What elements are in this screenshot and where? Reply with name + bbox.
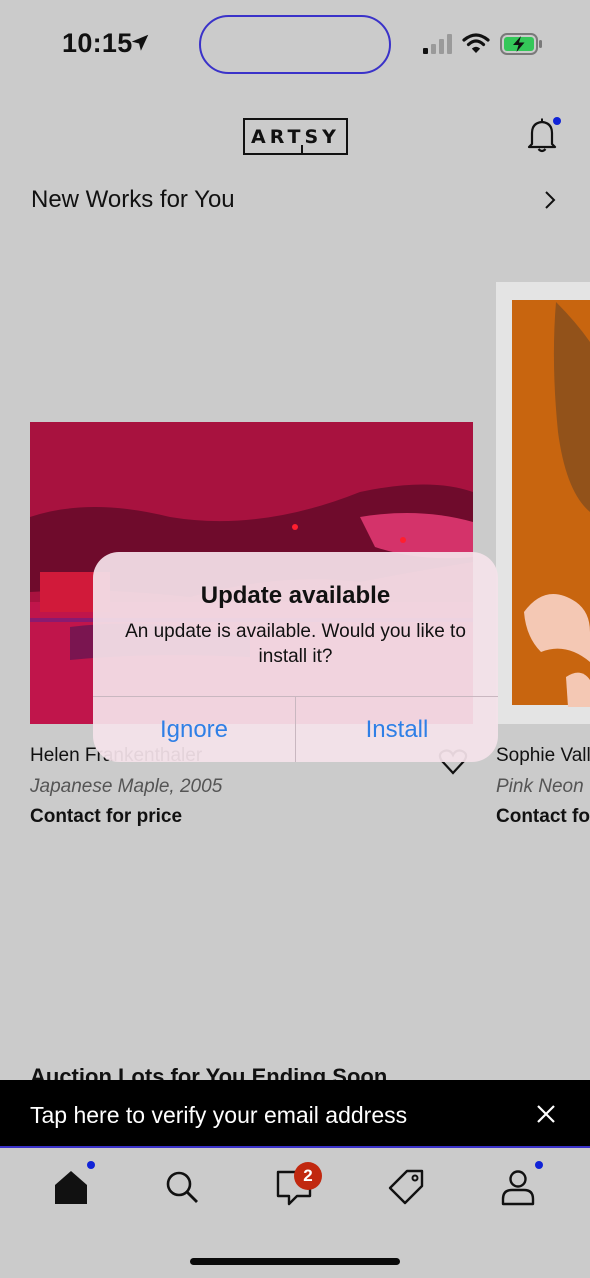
- next-section-title-text: Auction Lots for You Ending Soon: [30, 1068, 570, 1080]
- status-time: 10:15: [62, 28, 133, 58]
- artwork-price: Contact for price: [30, 806, 183, 827]
- tag-icon: [388, 1169, 424, 1205]
- cellular-signal-icon: [423, 34, 452, 54]
- ignore-button[interactable]: Ignore: [93, 697, 295, 762]
- logo-text: ARTSY: [251, 125, 340, 148]
- logo-tick: [301, 145, 303, 155]
- artwork-painting: [496, 282, 590, 724]
- artwork-title[interactable]: Pink Neon: [496, 776, 584, 798]
- artwork-title[interactable]: Japanese Maple, 2005: [30, 776, 222, 798]
- notification-dot: [553, 117, 561, 125]
- install-button[interactable]: Install: [296, 697, 498, 762]
- battery-charging-icon: [500, 33, 542, 55]
- update-dialog: Update available An update is available.…: [93, 552, 498, 762]
- next-section-title[interactable]: Auction Lots for You Ending Soon: [30, 1068, 570, 1080]
- search-icon: [166, 1171, 198, 1203]
- inbox-badge: 2: [294, 1162, 322, 1190]
- wifi-icon: [462, 33, 490, 53]
- banner-text[interactable]: Tap here to verify your email address: [30, 1102, 407, 1129]
- tab-sell[interactable]: [375, 1166, 435, 1214]
- profile-tab-dot: [535, 1161, 543, 1169]
- artwork-image[interactable]: [496, 282, 590, 724]
- status-bar: 10:15: [0, 0, 590, 90]
- chevron-right-icon[interactable]: [540, 189, 560, 211]
- close-icon[interactable]: [534, 1102, 558, 1126]
- dialog-message: An update is available. Would you like t…: [125, 621, 466, 667]
- tab-search[interactable]: [151, 1166, 211, 1214]
- home-indicator: [190, 1258, 400, 1265]
- tab-profile[interactable]: [487, 1166, 547, 1214]
- home-tab-dot: [87, 1161, 95, 1169]
- profile-icon: [501, 1170, 535, 1206]
- location-arrow-icon: [131, 34, 149, 51]
- section-title[interactable]: New Works for You: [31, 186, 235, 214]
- artwork-artist[interactable]: Sophie Vall: [496, 745, 590, 767]
- artsy-logo: ARTSY: [243, 118, 348, 155]
- home-icon: [55, 1171, 87, 1204]
- tab-home[interactable]: [40, 1166, 100, 1214]
- verify-email-banner[interactable]: Tap here to verify your email address: [0, 1080, 590, 1148]
- dynamic-island: [199, 15, 391, 74]
- dialog-title: Update available: [200, 582, 391, 609]
- artwork-price: Contact for: [496, 806, 590, 827]
